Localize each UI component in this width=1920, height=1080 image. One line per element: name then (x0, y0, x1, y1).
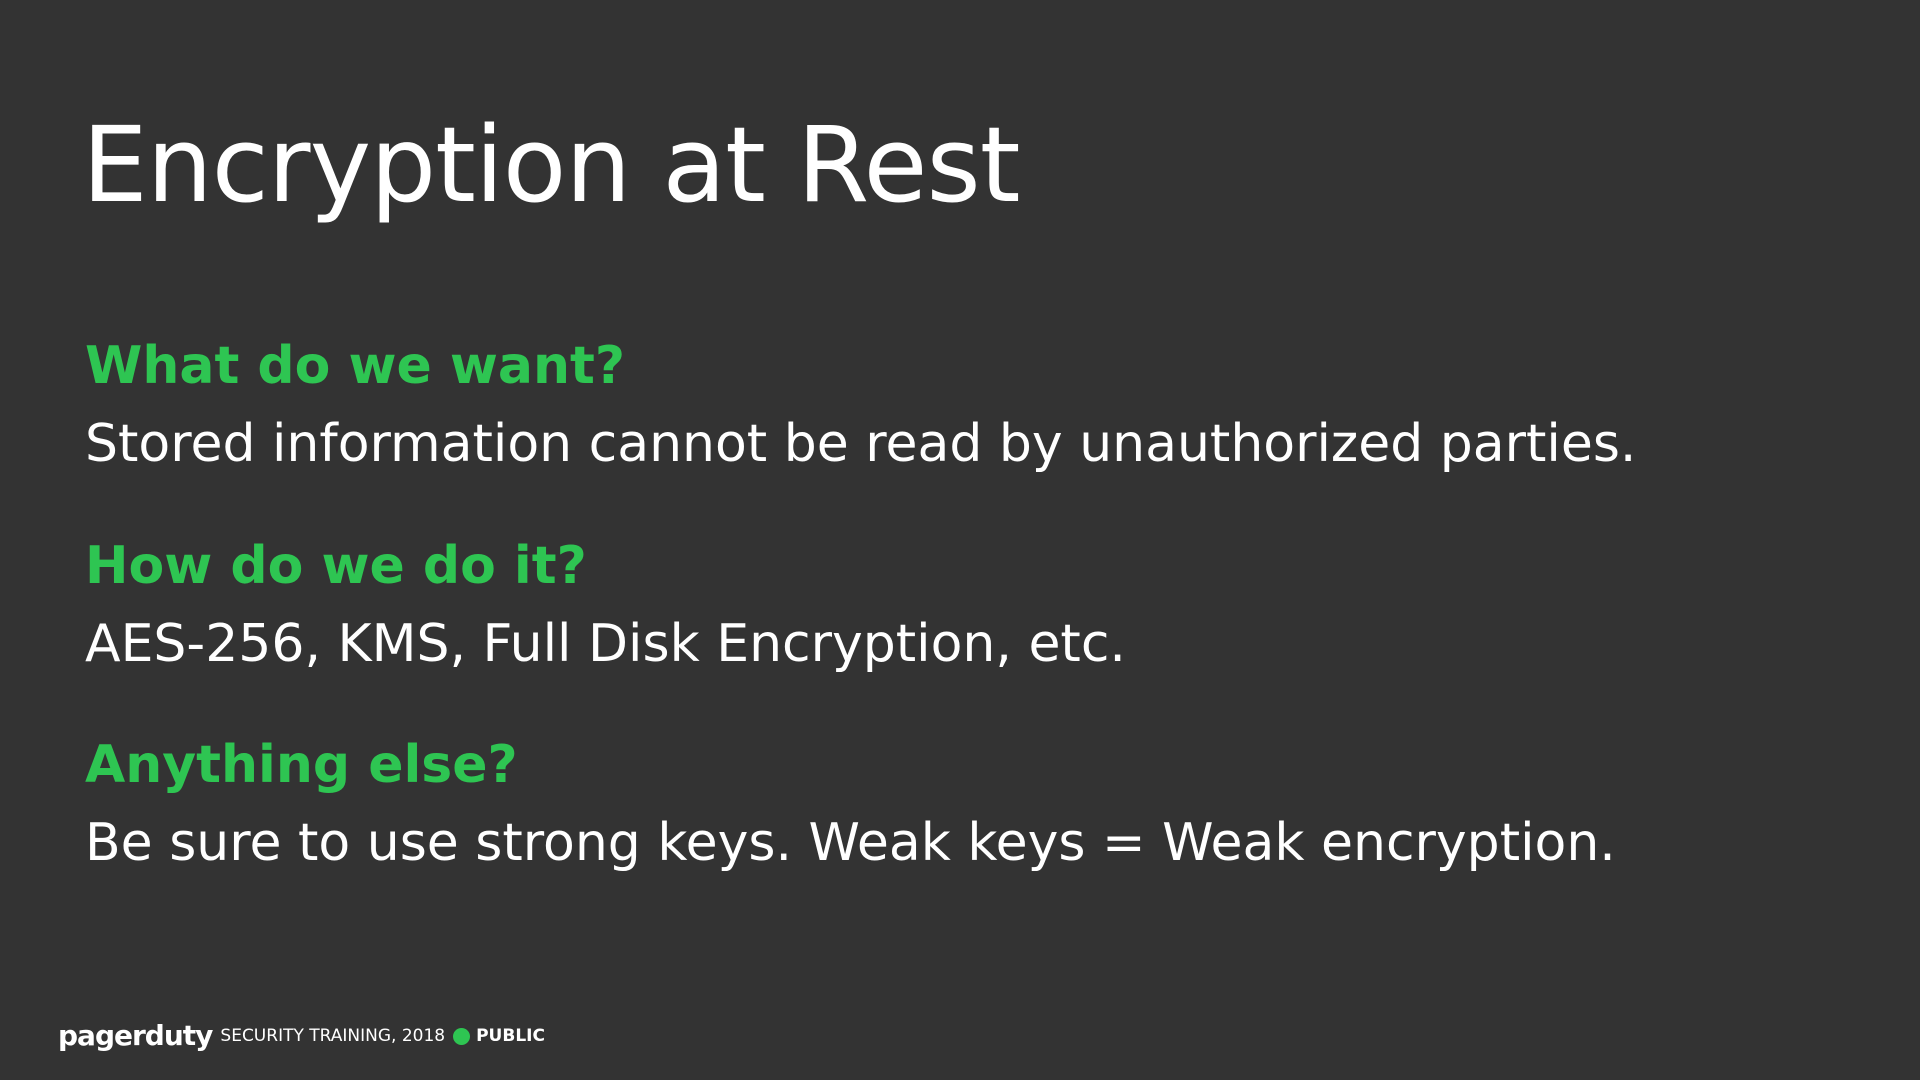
classification-label: PUBLIC (476, 1026, 545, 1046)
slide-title: Encryption at Rest (82, 104, 1020, 226)
section-question: Anything else? (85, 735, 518, 795)
classification-dot-icon (453, 1027, 471, 1045)
section-answer: Stored information cannot be read by una… (85, 414, 1637, 474)
section-what: What do we want? Stored information cann… (85, 330, 1636, 482)
section-else: Anything else? Be sure to use strong key… (85, 729, 1616, 881)
slide-footer: pagerduty SECURITY TRAINING, 2018 PUBLIC (58, 1018, 545, 1054)
section-question: What do we want? (85, 336, 626, 396)
section-question: How do we do it? (85, 536, 587, 596)
footer-text: SECURITY TRAINING, 2018 (220, 1026, 446, 1046)
section-answer: Be sure to use strong keys. Weak keys = … (85, 813, 1616, 873)
section-answer: AES-256, KMS, Full Disk Encryption, etc. (85, 614, 1126, 674)
pagerduty-logo: pagerduty (58, 1019, 213, 1052)
section-how: How do we do it? AES-256, KMS, Full Disk… (85, 530, 1126, 682)
slide: Encryption at Rest What do we want? Stor… (0, 0, 1920, 1080)
